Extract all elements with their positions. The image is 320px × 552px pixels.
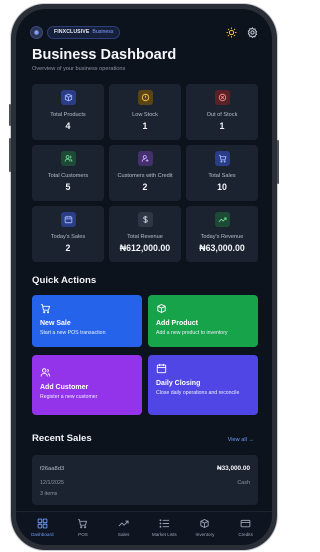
stat-value: 1 xyxy=(219,121,225,131)
sale-card[interactable]: f26aa8d3 ₦33,000.00 12/1/2025 Cash 3 ite… xyxy=(32,455,258,505)
nav-label: Credits xyxy=(238,532,253,537)
stats-grid: Total Products 4 Low Stock 1 Out of Stoc… xyxy=(32,84,258,262)
nav-label: POS xyxy=(78,532,88,537)
box-icon xyxy=(60,90,76,105)
stat-card-todays-sales[interactable]: Today's Sales 2 xyxy=(32,206,104,262)
quick-actions-heading: Quick Actions xyxy=(32,275,97,286)
phone-frame: FINXCLUSIVE Business Business Dashboard … xyxy=(11,4,277,550)
app-screen: FINXCLUSIVE Business Business Dashboard … xyxy=(16,9,272,545)
bottom-nav: Dashboard POS Sales Market Lists Invento… xyxy=(16,511,272,545)
sale-row-middle: 12/1/2025 Cash xyxy=(40,477,250,488)
action-title: Add Product xyxy=(156,320,198,327)
sale-item-count: 3 items xyxy=(40,490,58,497)
nav-item-sales[interactable]: Sales xyxy=(107,518,141,537)
top-bar: FINXCLUSIVE Business xyxy=(30,23,258,41)
stat-card-low-stock[interactable]: Low Stock 1 xyxy=(109,84,181,140)
stat-label: Total Sales xyxy=(208,173,236,179)
sale-date: 12/1/2025 xyxy=(40,479,64,486)
stat-value: 4 xyxy=(65,121,71,131)
sale-row-bottom: 3 items xyxy=(40,488,250,499)
users-icon xyxy=(60,151,76,166)
stat-value: 2 xyxy=(142,182,148,192)
top-actions xyxy=(226,26,258,38)
stat-label: Out of Stock xyxy=(206,112,238,118)
sale-method: Cash xyxy=(237,479,250,486)
nav-label: Dashboard xyxy=(31,532,54,537)
cart-icon xyxy=(214,151,230,166)
mode-label: Business xyxy=(92,29,114,35)
stat-label: Today's Revenue xyxy=(200,234,244,240)
stat-value: ₦63,000.00 xyxy=(199,243,245,253)
nav-label: Inventory xyxy=(195,532,215,537)
nav-item-market-lists[interactable]: Market Lists xyxy=(147,518,181,537)
stat-label: Total Products xyxy=(50,112,86,118)
action-title: Add Customer xyxy=(40,384,89,391)
x-circle-icon xyxy=(214,90,230,105)
list-icon xyxy=(159,519,169,528)
stat-value: 5 xyxy=(65,182,71,192)
volume-up-button xyxy=(9,104,11,126)
action-desc: Start a new POS transaction xyxy=(40,330,106,336)
nav-item-credits[interactable]: Credits xyxy=(229,518,263,537)
action-title: Daily Closing xyxy=(156,380,201,387)
stat-value: 2 xyxy=(65,243,71,253)
action-desc: Register a new customer xyxy=(40,394,98,400)
stat-label: Customers with Credit xyxy=(117,173,173,179)
stat-label: Total Customers xyxy=(47,173,89,179)
stat-label: Low Stock xyxy=(132,112,158,118)
alert-icon xyxy=(137,90,153,105)
nav-item-dashboard[interactable]: Dashboard xyxy=(25,518,59,537)
stat-card-total-revenue[interactable]: Total Revenue ₦612,000.00 xyxy=(109,206,181,262)
trend-up-icon xyxy=(118,520,129,527)
stat-label: Total Revenue xyxy=(127,234,163,240)
stat-value: 1 xyxy=(142,121,148,131)
stat-value: ₦612,000.00 xyxy=(119,243,171,253)
nav-label: Sales xyxy=(117,532,130,537)
page-subtitle: Overview of your business operations xyxy=(32,66,126,72)
calendar-icon xyxy=(60,212,76,227)
stat-label: Today's Sales xyxy=(50,234,86,240)
nav-label: Market Lists xyxy=(151,532,177,537)
action-title: New Sale xyxy=(40,320,71,327)
stat-card-out-of-stock[interactable]: Out of Stock 1 xyxy=(186,84,258,140)
stat-card-total-customers[interactable]: Total Customers 5 xyxy=(32,145,104,201)
action-desc: Add a new product to inventory xyxy=(156,330,228,336)
stat-card-customers-with-credit[interactable]: Customers with Credit 2 xyxy=(109,145,181,201)
card-icon xyxy=(240,519,251,528)
stat-card-total-sales[interactable]: Total Sales 10 xyxy=(186,145,258,201)
cart-icon xyxy=(78,519,88,529)
credit-icon xyxy=(137,151,153,166)
business-mode-pill[interactable]: FINXCLUSIVE Business xyxy=(47,25,121,39)
nav-item-inventory[interactable]: Inventory xyxy=(188,518,222,537)
add-product-button[interactable]: Add Product Add a new product to invento… xyxy=(148,295,258,347)
sun-icon[interactable] xyxy=(226,27,237,38)
daily-closing-button[interactable]: Daily Closing Close daily operations and… xyxy=(148,355,258,415)
dollar-icon xyxy=(137,212,153,227)
brand: FINXCLUSIVE Business xyxy=(30,25,121,39)
logo-icon[interactable] xyxy=(30,25,43,39)
recent-sales-heading: Recent Sales xyxy=(32,433,92,444)
nav-item-pos[interactable]: POS xyxy=(66,518,100,537)
stat-value: 10 xyxy=(217,182,227,192)
new-sale-button[interactable]: New Sale Start a new POS transaction xyxy=(32,295,142,347)
box-icon xyxy=(200,518,210,529)
gear-icon[interactable] xyxy=(247,26,258,38)
action-desc: Close daily operations and reconcile xyxy=(156,390,240,396)
stat-card-todays-revenue[interactable]: Today's Revenue ₦63,000.00 xyxy=(186,206,258,262)
trend-up-icon xyxy=(214,212,230,227)
view-all-link[interactable]: View all → xyxy=(228,437,254,443)
power-button xyxy=(277,140,279,184)
stat-card-total-products[interactable]: Total Products 4 xyxy=(32,84,104,140)
sale-row-top: f26aa8d3 ₦33,000.00 xyxy=(40,463,250,474)
volume-down-button xyxy=(9,138,11,172)
sale-id: f26aa8d3 xyxy=(40,465,65,472)
page-title: Business Dashboard xyxy=(32,47,177,63)
sale-amount: ₦33,000.00 xyxy=(216,465,250,472)
add-customer-button[interactable]: Add Customer Register a new customer xyxy=(32,355,142,415)
grid-icon xyxy=(37,518,48,529)
brand-name: FINXCLUSIVE xyxy=(54,29,90,35)
